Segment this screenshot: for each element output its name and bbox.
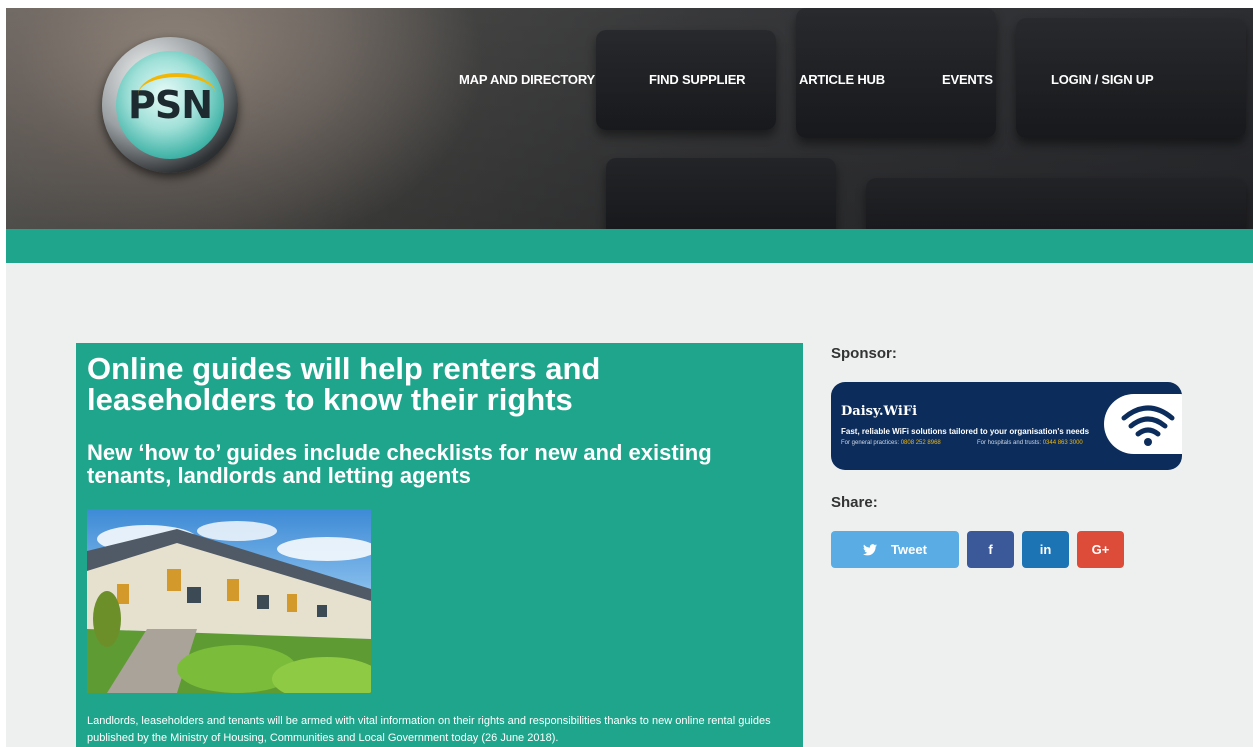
sponsor-phone-number: 0344 863 3000 xyxy=(1042,440,1083,446)
nav-events[interactable]: EVENTS xyxy=(942,72,993,87)
linkedin-icon: in xyxy=(1039,542,1052,557)
google-plus-share-button[interactable]: G+ xyxy=(1077,531,1124,568)
wifi-icon xyxy=(1121,405,1175,446)
article-subtitle: New ‘how to’ guides include checklists f… xyxy=(87,440,712,488)
sponsor-phone-hospitals: For hospitals and trusts: 0344 863 3000 xyxy=(977,440,1083,446)
linkedin-share-button[interactable]: in xyxy=(1022,531,1069,568)
article-image xyxy=(87,509,371,693)
sponsor-phone-label: For general practices: xyxy=(841,440,901,446)
article-card: Online guides will help renters and leas… xyxy=(76,343,803,747)
header-accent-band xyxy=(6,229,1253,263)
article-body: Landlords, leaseholders and tenants will… xyxy=(87,715,771,744)
sponsor-banner[interactable]: Daisy.WiFi Fast, reliable WiFi solutions… xyxy=(831,382,1182,470)
tweet-label: Tweet xyxy=(891,542,927,557)
sponsor-heading: Sponsor: xyxy=(831,345,897,362)
hero-header: PSN MAP AND DIRECTORY FIND SUPPLIER ARTI… xyxy=(6,8,1253,229)
facebook-share-button[interactable]: f xyxy=(967,531,1014,568)
main-nav: MAP AND DIRECTORY FIND SUPPLIER ARTICLE … xyxy=(6,72,1253,92)
sponsor-brand: Daisy.WiFi xyxy=(841,404,918,419)
sponsor-phone-practices: For general practices: 0808 252 8968 xyxy=(841,440,941,446)
nav-article-hub[interactable]: ARTICLE HUB xyxy=(799,72,885,87)
logo-inner: PSN xyxy=(116,51,224,159)
nav-map-and-directory[interactable]: MAP AND DIRECTORY xyxy=(459,72,595,87)
housing-photo xyxy=(87,521,371,693)
article-title: Online guides will help renters and leas… xyxy=(87,351,601,417)
tweet-button[interactable]: Tweet xyxy=(831,531,959,568)
psn-logo[interactable]: PSN xyxy=(102,37,238,173)
facebook-icon: f xyxy=(988,542,993,557)
nav-find-supplier[interactable]: FIND SUPPLIER xyxy=(649,72,746,87)
sponsor-phone-number: 0808 252 8968 xyxy=(900,440,941,446)
share-heading: Share: xyxy=(831,494,878,511)
sponsor-tagline: Fast, reliable WiFi solutions tailored t… xyxy=(841,427,1090,436)
sponsor-phone-label: For hospitals and trusts: xyxy=(977,440,1043,446)
google-plus-icon: G+ xyxy=(1091,542,1110,557)
nav-login-signup[interactable]: LOGIN / SIGN UP xyxy=(1051,72,1154,87)
twitter-icon xyxy=(863,543,878,555)
page: PSN MAP AND DIRECTORY FIND SUPPLIER ARTI… xyxy=(6,8,1253,747)
wifi-badge xyxy=(1104,394,1182,454)
